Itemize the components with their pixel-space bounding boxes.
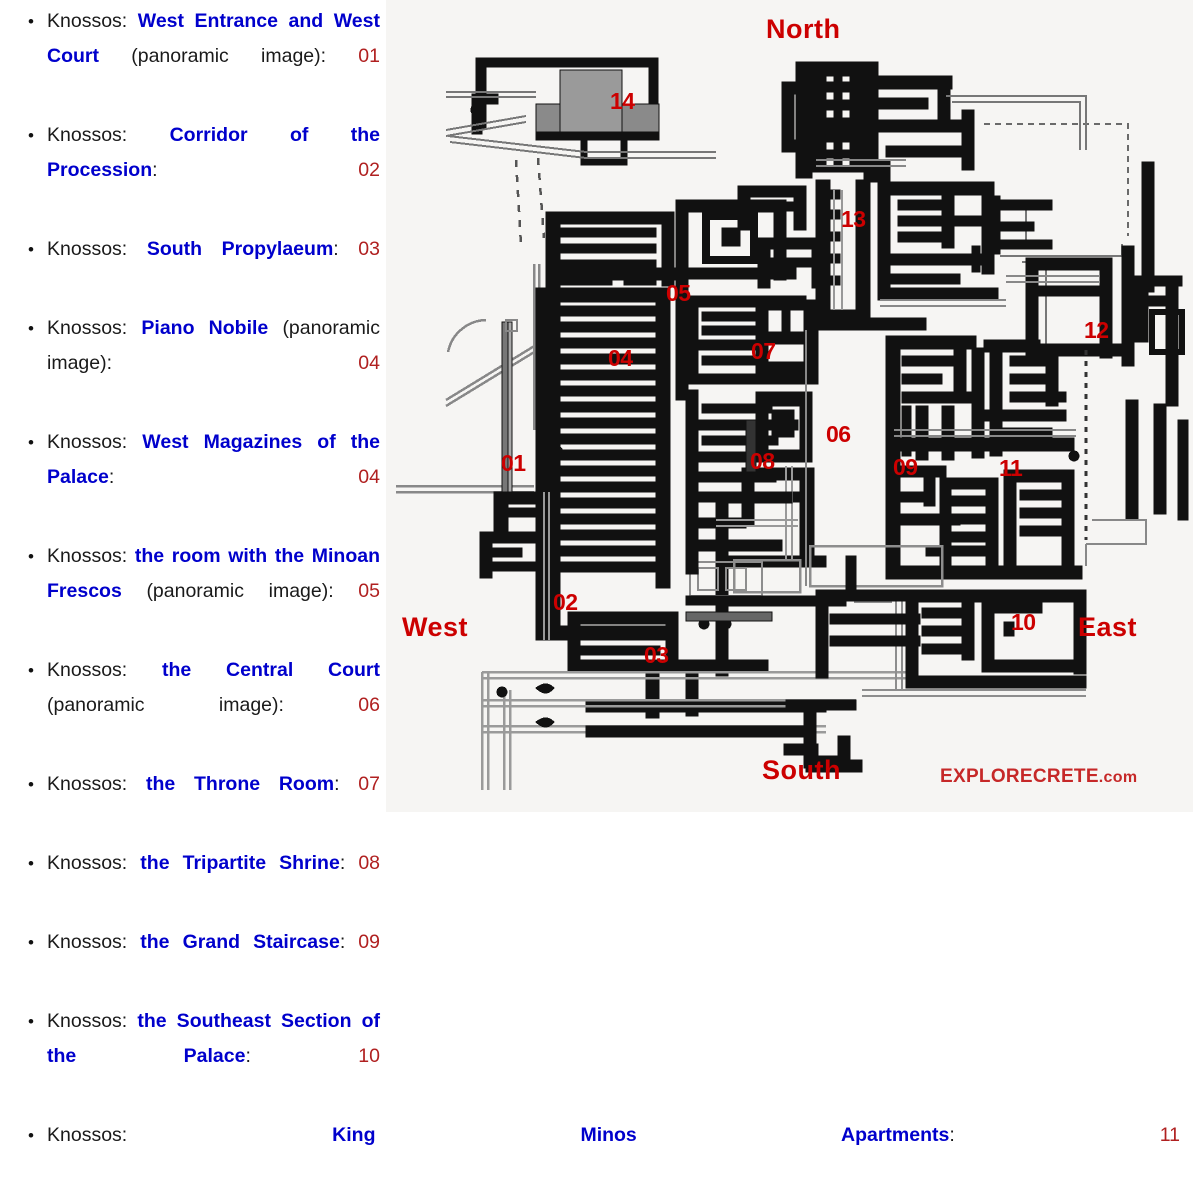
list-item-number: 04: [358, 466, 380, 488]
list-item[interactable]: • Knossos: West Magazines of the Palace: …: [14, 425, 380, 530]
list-item-prefix: Knossos:: [47, 431, 128, 453]
list-item-number: 09: [358, 931, 380, 953]
list-item-number: 03: [358, 238, 380, 260]
list-item-number: 04: [358, 352, 380, 374]
list-item-note: (panoramic image): [99, 45, 321, 67]
list-item-prefix: Knossos:: [47, 10, 128, 32]
bullet-icon: •: [28, 319, 34, 338]
knossos-link-list: • Knossos: West Entrance and West Court (…: [0, 0, 1193, 1191]
list-item[interactable]: • Knossos: the room with the Minoan Fresc…: [14, 539, 380, 644]
bullet-icon: •: [28, 1012, 34, 1031]
list-item-sep: :: [245, 1045, 359, 1067]
list-item[interactable]: • Knossos: the Throne Room: 07: [14, 767, 380, 837]
list-item-prefix: Knossos:: [47, 124, 128, 146]
list-item-sep: :: [339, 852, 359, 874]
bullet-icon: •: [28, 240, 34, 259]
list-item[interactable]: • Knossos: Corridor of the Procession: 02: [14, 118, 380, 223]
list-item-prefix: Knossos:: [47, 931, 128, 953]
list-item-number: 06: [358, 694, 380, 716]
list-item-number: 01: [358, 45, 380, 67]
list-item-number: 08: [358, 852, 381, 874]
list-item-note: (panoramic image): [121, 580, 329, 602]
bullet-icon: •: [28, 933, 34, 952]
list-item-prefix: Knossos:: [47, 1010, 128, 1032]
list-item-number: 10: [358, 1045, 380, 1067]
list-item-sep: :: [278, 694, 359, 716]
list-item-prefix: Knossos:: [47, 852, 128, 874]
list-item-prefix: Knossos:: [47, 659, 128, 681]
list-item-sep: :: [333, 238, 359, 260]
list-item-number: 05: [358, 580, 380, 602]
list-item[interactable]: • Knossos: the Central Court (panoramic i…: [14, 653, 380, 758]
list-item-prefix: Knossos:: [47, 317, 128, 339]
list-item[interactable]: • Knossos: South Propylaeum: 03: [14, 232, 380, 302]
list-item[interactable]: • Knossos: the Southeast Section of the P…: [14, 1004, 380, 1109]
list-item-number: 11: [1159, 1124, 1180, 1146]
list-item[interactable]: • Knossos: Piano Nobile (panoramic image)…: [14, 311, 380, 416]
list-item-prefix: Knossos:: [47, 545, 128, 567]
list-item[interactable]: • Knossos: the Tripartite Shrine: 08: [14, 846, 380, 916]
list-item-sep: :: [328, 580, 359, 602]
list-item-prefix: Knossos:: [47, 1124, 128, 1146]
list-item-sep: :: [106, 352, 359, 374]
bullet-icon: •: [28, 433, 34, 452]
list-item-title[interactable]: Piano Nobile: [141, 317, 268, 339]
list-item-prefix: Knossos:: [47, 238, 128, 260]
list-item-sep: :: [108, 466, 359, 488]
list-item[interactable]: • Knossos: West Entrance and West Court (…: [14, 4, 380, 109]
bullet-icon: •: [28, 126, 34, 145]
bullet-icon: •: [28, 1126, 34, 1145]
bullet-icon: •: [28, 661, 34, 680]
bullet-icon: •: [28, 12, 34, 31]
list-item-title[interactable]: the Central Court: [162, 659, 380, 681]
bullet-icon: •: [28, 854, 34, 873]
list-item-sep: :: [152, 159, 359, 181]
list-item-title[interactable]: the Grand Staircase: [140, 931, 340, 953]
list-item-sep: :: [320, 45, 359, 67]
list-item-title[interactable]: the Tripartite Shrine: [140, 852, 340, 874]
list-item-prefix: Knossos:: [47, 773, 128, 795]
bullet-icon: •: [28, 775, 34, 794]
list-item-sep: :: [339, 931, 359, 953]
list-item-title[interactable]: South Propylaeum: [147, 238, 333, 260]
list-item[interactable]: • Knossos: King Minos Apartments: 11: [14, 1118, 1180, 1188]
list-item-title[interactable]: King Minos Apartments: [332, 1124, 949, 1146]
list-item-number: 07: [358, 773, 380, 795]
list-item-title[interactable]: the Throne Room: [146, 773, 334, 795]
list-item-note: (panoramic image): [47, 694, 279, 716]
list-item-sep: :: [949, 1124, 1160, 1146]
list-item-number: 02: [358, 159, 380, 181]
page-root: North West East South 14 13 05 12 04 07 …: [0, 0, 1193, 1191]
list-item[interactable]: • Knossos: the Grand Staircase: 09: [14, 925, 380, 995]
list-item-sep: :: [334, 773, 359, 795]
bullet-icon: •: [28, 547, 34, 566]
